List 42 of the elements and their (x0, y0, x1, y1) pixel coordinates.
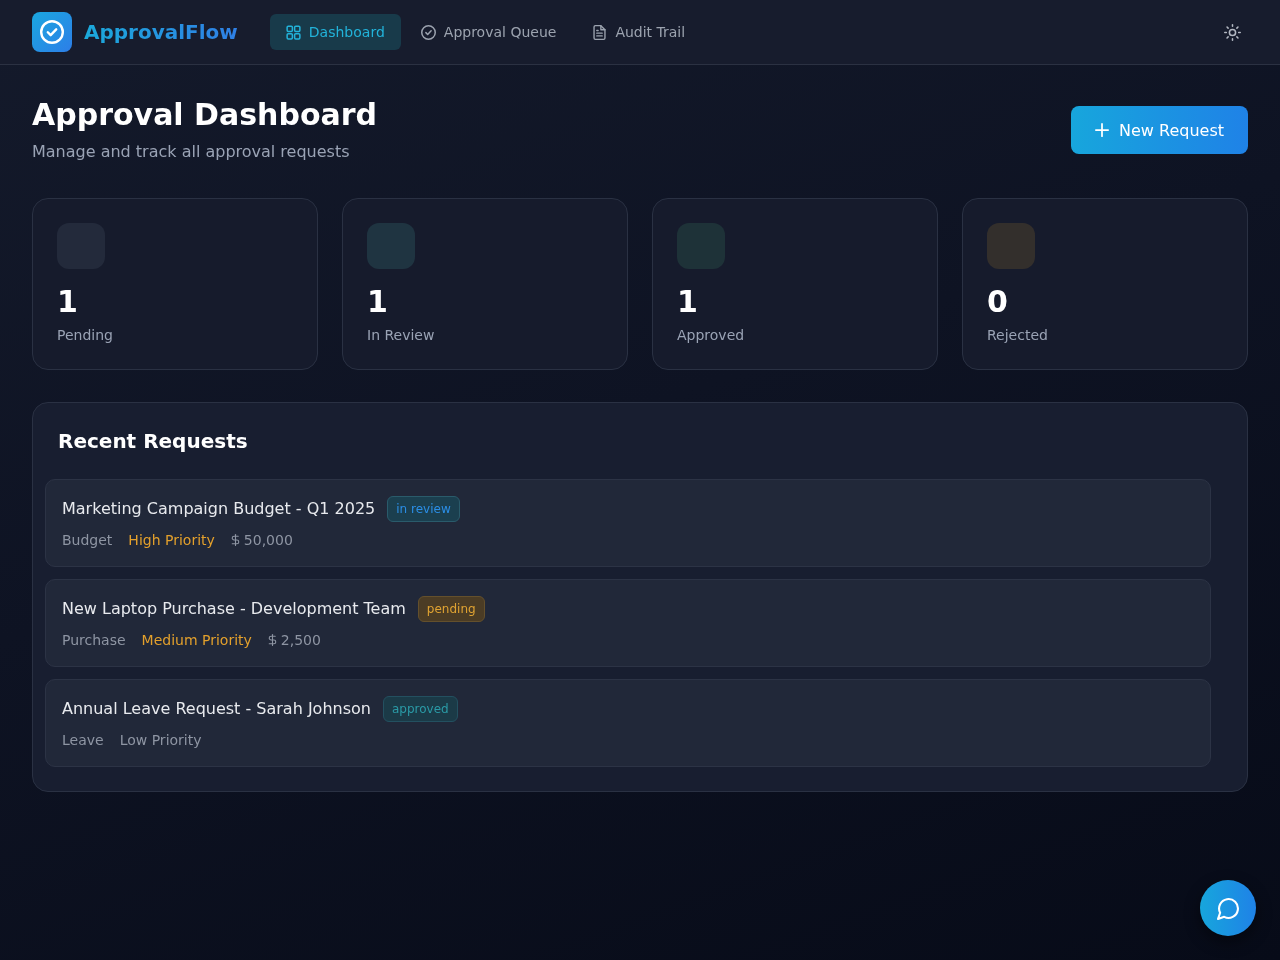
chat-bubble-icon (1216, 896, 1240, 920)
status-badge: pending (417, 596, 485, 622)
request-priority: Medium Priority (141, 631, 252, 650)
stat-value: 1 (367, 285, 389, 319)
request-title: Marketing Campaign Budget - Q1 2025 (62, 498, 376, 520)
request-category: Budget (62, 531, 113, 550)
request-title: Annual Leave Request - Sarah Johnson (62, 698, 371, 720)
status-badge: in review (387, 496, 460, 522)
stat-label: Approved (677, 326, 746, 345)
request-amount: 50,000 (243, 531, 293, 550)
page-title: Approval Dashboard (32, 97, 378, 133)
chat-button[interactable] (1200, 880, 1256, 936)
logo-check-icon (32, 12, 72, 52)
stat-label: Rejected (987, 326, 1049, 345)
nav-tab[interactable]: Dashboard (269, 14, 401, 50)
stat-label: Pending (57, 326, 114, 345)
sun-icon (1223, 23, 1241, 41)
request-amount: 2,500 (280, 631, 321, 650)
section-title: Recent Requests (58, 428, 249, 455)
request-priority: High Priority (128, 531, 215, 550)
request-item[interactable]: New Laptop Purchase - Development Team pending Purchase Medium Priority 2,500 (45, 579, 1211, 667)
dollar-sign-icon (230, 534, 240, 546)
stat-value: 0 (987, 285, 1009, 319)
document-icon (592, 24, 608, 40)
stat-value: 1 (57, 285, 79, 319)
status-badge: approved (382, 696, 458, 722)
new-request-button[interactable]: New Request (1071, 106, 1248, 154)
request-priority: Low Priority (119, 731, 202, 750)
plus-icon (1095, 123, 1109, 137)
check-circle-icon (420, 24, 436, 40)
request-category: Leave (62, 731, 104, 750)
nav-tab[interactable]: Approval Queue (404, 14, 573, 50)
request-item[interactable]: Annual Leave Request - Sarah Johnson approved Leave Low Priority (45, 679, 1211, 767)
page-subtitle: Manage and track all approval requests (32, 141, 351, 163)
request-title: New Laptop Purchase - Development Team (62, 598, 406, 620)
request-category: Purchase (62, 631, 126, 650)
grid-icon (285, 24, 301, 40)
dollar-sign-icon (267, 634, 277, 646)
request-item[interactable]: Marketing Campaign Budget - Q1 2025 in review Budget High Priority 50,000 (45, 479, 1211, 567)
stat-value: 1 (677, 285, 699, 319)
stat-label: In Review (367, 326, 436, 345)
nav-tab[interactable]: Audit Trail (576, 14, 702, 50)
